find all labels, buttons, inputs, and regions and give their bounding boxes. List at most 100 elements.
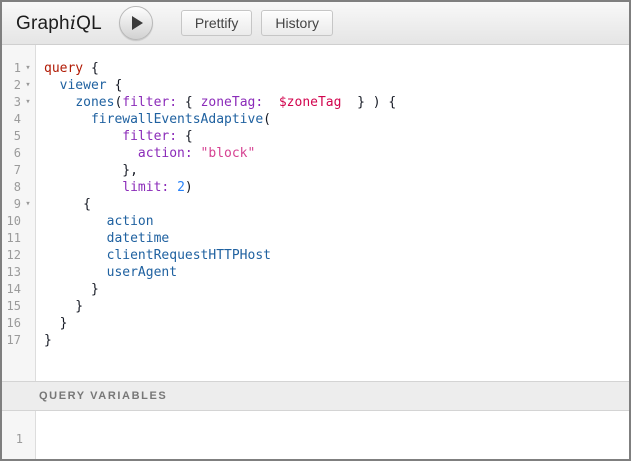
code-token (44, 265, 107, 280)
execute-button[interactable] (119, 6, 153, 40)
code-line[interactable]: datetime (44, 230, 625, 247)
code-line[interactable]: query { (44, 60, 625, 77)
topbar: GraphiQL Prettify History (2, 2, 629, 45)
code-line[interactable]: } (44, 298, 625, 315)
code-token: limit: (122, 180, 169, 195)
variables-editor[interactable]: 1 {"zoneTag":""} (2, 411, 629, 459)
gutter-row[interactable]: 4 (2, 111, 35, 128)
code-token: datetime (107, 231, 170, 246)
code-token (44, 248, 107, 263)
variables-line-number: 1 (2, 431, 35, 448)
code-token: } (44, 316, 67, 331)
code-token: action: (138, 146, 193, 161)
code-line[interactable]: action: "block" (44, 145, 625, 162)
line-number: 8 (2, 179, 21, 196)
line-number: 6 (2, 145, 21, 162)
gutter-row[interactable]: 1▾ (2, 60, 35, 77)
fold-arrow-icon[interactable]: ▾ (21, 196, 35, 213)
line-number: 15 (2, 298, 21, 315)
gutter-row[interactable]: 17 (2, 332, 35, 349)
code-token: $zoneTag (279, 95, 342, 110)
code-token: } (44, 282, 99, 297)
gutter-row[interactable]: 2▾ (2, 77, 35, 94)
code-token (44, 146, 138, 161)
code-line[interactable]: } (44, 315, 625, 332)
code-token: action (107, 214, 154, 229)
code-token: clientRequestHTTPHost (107, 248, 271, 263)
code-token (44, 231, 107, 246)
graphiql-logo: GraphiQL (16, 12, 102, 35)
gutter-row[interactable]: 8 (2, 179, 35, 196)
variables-code-area[interactable]: {"zoneTag":""} (36, 411, 629, 459)
code-area[interactable]: query { viewer { zones(filter: { zoneTag… (36, 45, 629, 381)
code-token: ) (185, 180, 193, 195)
gutter-row[interactable]: 12 (2, 247, 35, 264)
code-line[interactable]: } (44, 332, 625, 349)
gutter-row[interactable]: 13 (2, 264, 35, 281)
code-token (44, 214, 107, 229)
code-token: } (44, 333, 52, 348)
line-number: 1 (2, 60, 21, 77)
gutter-row[interactable]: 14 (2, 281, 35, 298)
code-token (169, 180, 177, 195)
line-number: 7 (2, 162, 21, 179)
fold-arrow-icon[interactable]: ▾ (21, 60, 35, 77)
code-token: { (107, 78, 123, 93)
graphiql-window: GraphiQL Prettify History 1▾2▾3▾456789▾1… (0, 0, 631, 461)
code-token (44, 78, 60, 93)
gutter-row[interactable]: 3▾ (2, 94, 35, 111)
code-token: 2 (177, 180, 185, 195)
gutter-row[interactable]: 10 (2, 213, 35, 230)
gutter-row[interactable]: 6 (2, 145, 35, 162)
code-token: viewer (60, 78, 107, 93)
line-number: 12 (2, 247, 21, 264)
gutter-row[interactable]: 7 (2, 162, 35, 179)
line-number: 11 (2, 230, 21, 247)
code-token: zones (75, 95, 114, 110)
code-token (44, 180, 122, 195)
line-number: 3 (2, 94, 21, 111)
code-line[interactable]: }, (44, 162, 625, 179)
code-line[interactable]: limit: 2) (44, 179, 625, 196)
code-token: query (44, 61, 83, 76)
code-line[interactable]: action (44, 213, 625, 230)
gutter-row[interactable]: 9▾ (2, 196, 35, 213)
code-line[interactable]: userAgent (44, 264, 625, 281)
prettify-button[interactable]: Prettify (181, 10, 253, 36)
code-line[interactable]: viewer { (44, 77, 625, 94)
query-editor[interactable]: 1▾2▾3▾456789▾1011121314151617 query { vi… (2, 45, 629, 381)
variables-gutter: 1 (2, 411, 36, 459)
code-token: firewallEventsAdaptive (91, 112, 263, 127)
line-number: 10 (2, 213, 21, 230)
gutter-row[interactable]: 11 (2, 230, 35, 247)
code-line[interactable]: } (44, 281, 625, 298)
line-number: 16 (2, 315, 21, 332)
code-token (193, 146, 201, 161)
history-button[interactable]: History (261, 10, 333, 36)
gutter-row[interactable]: 16 (2, 315, 35, 332)
code-token (263, 95, 279, 110)
line-number: 5 (2, 128, 21, 145)
code-token (44, 112, 91, 127)
code-line[interactable]: zones(filter: { zoneTag: $zoneTag } ) { (44, 94, 625, 111)
gutter-row[interactable]: 15 (2, 298, 35, 315)
logo-text-pre: Graph (16, 13, 70, 34)
code-token: filter: (122, 95, 177, 110)
code-token: } (44, 299, 83, 314)
code-line[interactable]: filter: { (44, 128, 625, 145)
code-token: { (44, 197, 91, 212)
code-line[interactable]: { (44, 196, 625, 213)
variables-title-bar[interactable]: QUERY VARIABLES (2, 381, 629, 411)
code-line[interactable]: clientRequestHTTPHost (44, 247, 625, 264)
line-number: 13 (2, 264, 21, 281)
variables-title: QUERY VARIABLES (39, 390, 167, 402)
code-token: { (83, 61, 99, 76)
code-token (44, 95, 75, 110)
fold-arrow-icon[interactable]: ▾ (21, 77, 35, 94)
code-line[interactable]: firewallEventsAdaptive( (44, 111, 625, 128)
gutter-row[interactable]: 5 (2, 128, 35, 145)
code-token: }, (44, 163, 138, 178)
fold-arrow-icon[interactable]: ▾ (21, 94, 35, 111)
line-number: 17 (2, 332, 21, 349)
line-number: 14 (2, 281, 21, 298)
